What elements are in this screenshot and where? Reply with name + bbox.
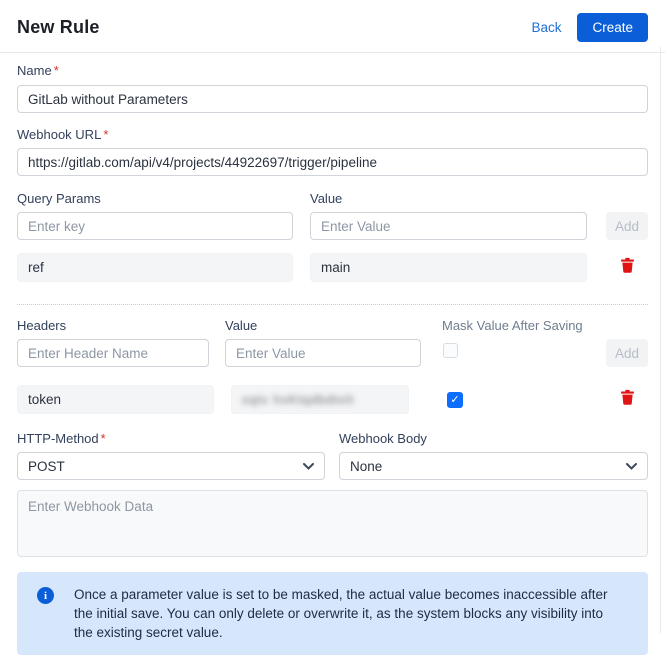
webhook-url-input[interactable]: [17, 148, 648, 176]
query-param-value-value: main: [310, 253, 587, 282]
webhook-body-select[interactable]: None: [339, 452, 648, 480]
headers-value-label: Value: [225, 318, 258, 333]
required-asterisk: *: [103, 127, 109, 142]
scrollbar[interactable]: [660, 47, 661, 633]
required-asterisk: *: [53, 63, 59, 78]
header-actions: Back Create: [531, 13, 648, 42]
header-value-input[interactable]: [225, 339, 421, 367]
trash-icon: [620, 389, 634, 405]
webhook-url-label-text: Webhook URL: [17, 127, 102, 142]
create-button[interactable]: Create: [577, 13, 648, 42]
name-label-text: Name: [17, 63, 52, 78]
http-method-select[interactable]: POST: [17, 452, 325, 480]
mask-value-label: Mask Value After Saving: [442, 318, 583, 333]
header-row: token xqtv hxKtqdbdtxlt ✓: [17, 385, 648, 414]
http-method-label-text: HTTP-Method: [17, 431, 99, 446]
mask-value-checkbox-checked[interactable]: ✓: [447, 391, 463, 408]
masked-token-text: xqtv hxKtqdbdtxlt: [242, 392, 355, 407]
section-divider: [17, 304, 648, 305]
info-icon: i: [37, 587, 54, 604]
webhook-url-label: Webhook URL *: [17, 127, 648, 142]
header-divider: [0, 52, 665, 53]
http-method-value: POST: [28, 458, 65, 474]
trash-icon: [620, 257, 634, 273]
query-value-input[interactable]: [310, 212, 587, 240]
http-method-label: HTTP-Method *: [17, 431, 325, 446]
query-params-label: Query Params: [17, 191, 101, 206]
header: New Rule Back Create: [17, 0, 648, 52]
page-title: New Rule: [17, 17, 100, 37]
query-value-label: Value: [310, 191, 343, 206]
back-link[interactable]: Back: [531, 20, 561, 35]
info-banner-text: Once a parameter value is set to be mask…: [74, 587, 608, 640]
header-delete[interactable]: [606, 388, 648, 411]
name-label: Name *: [17, 63, 648, 78]
header-add-button[interactable]: Add: [606, 339, 648, 367]
chevron-down-icon: [626, 462, 637, 470]
query-param-row: ref main: [17, 253, 648, 282]
query-param-delete[interactable]: [606, 256, 648, 279]
header-masked-value: xqtv hxKtqdbdtxlt: [231, 385, 409, 414]
header-key-value: token: [17, 385, 214, 414]
required-asterisk: *: [100, 431, 106, 446]
header-name-input[interactable]: [17, 339, 209, 367]
new-rule-form: New Rule Back Create Name* Webhook URL* …: [0, 0, 665, 655]
mask-value-checkbox[interactable]: [443, 343, 458, 358]
webhook-body-label: Webhook Body: [339, 431, 427, 446]
webhook-data-textarea[interactable]: [17, 490, 648, 557]
name-input[interactable]: [17, 85, 648, 113]
info-banner: i Once a parameter value is set to be ma…: [17, 572, 648, 655]
query-key-input[interactable]: [17, 212, 293, 240]
chevron-down-icon: [303, 462, 314, 470]
query-add-button[interactable]: Add: [606, 212, 648, 240]
webhook-body-value: None: [350, 458, 383, 474]
headers-label: Headers: [17, 318, 67, 333]
query-param-key-value: ref: [17, 253, 293, 282]
